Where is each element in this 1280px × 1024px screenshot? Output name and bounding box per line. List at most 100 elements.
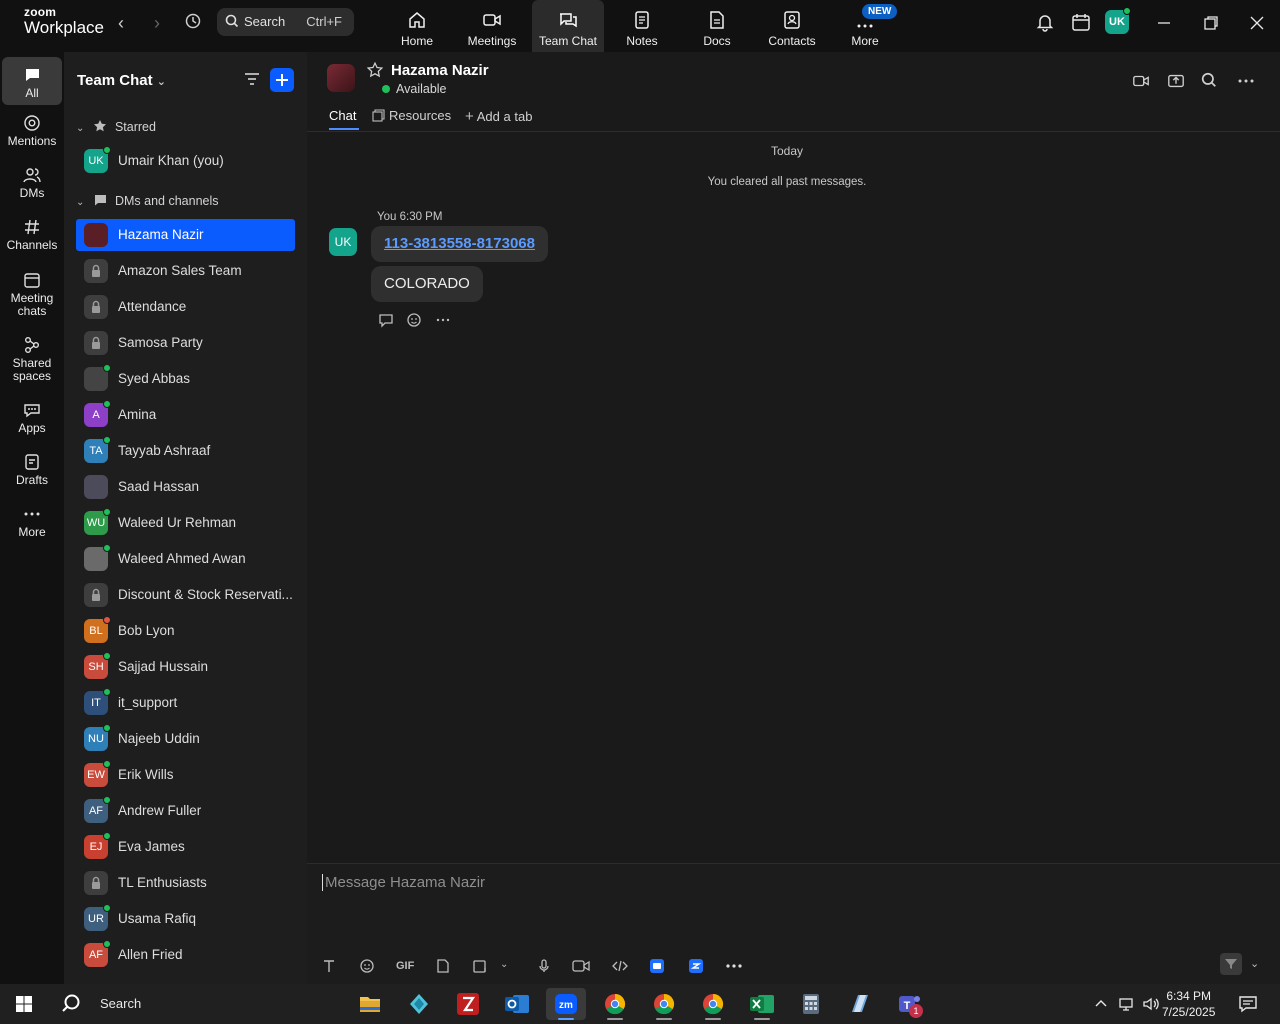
team-chat-dropdown[interactable]: Team Chat ⌄ bbox=[77, 72, 166, 89]
nav-meetings[interactable]: Meetings bbox=[456, 0, 528, 52]
rail-shared-spaces[interactable]: Shared spaces bbox=[2, 336, 62, 383]
rail-apps[interactable]: Apps bbox=[2, 401, 62, 435]
nav-contacts[interactable]: Contacts bbox=[756, 0, 828, 52]
teams-icon[interactable]: T 1 bbox=[889, 988, 929, 1020]
screenshot-icon[interactable] bbox=[472, 958, 488, 979]
taskbar-search[interactable]: Search bbox=[56, 984, 346, 1024]
more-actions-icon[interactable] bbox=[435, 312, 451, 333]
dm-item[interactable]: TA Tayyab Ashraaf bbox=[76, 435, 295, 467]
rail-more[interactable]: More bbox=[2, 505, 62, 539]
search-box[interactable]: Search Ctrl+F bbox=[217, 8, 354, 36]
file-icon[interactable] bbox=[435, 958, 451, 979]
channel-item[interactable]: TL Enthusiasts bbox=[76, 867, 295, 899]
excel-icon[interactable] bbox=[742, 988, 782, 1020]
system-clock[interactable]: 6:34 PM 7/25/2025 bbox=[1162, 988, 1215, 1020]
dm-item[interactable]: Syed Abbas bbox=[76, 363, 295, 395]
dm-item[interactable]: Waleed Ahmed Awan bbox=[76, 543, 295, 575]
channel-item[interactable]: Attendance bbox=[76, 291, 295, 323]
windows-start-icon[interactable] bbox=[4, 988, 44, 1020]
minimize-icon[interactable] bbox=[1155, 14, 1173, 37]
outlook-icon[interactable] bbox=[497, 988, 537, 1020]
app-teal-icon[interactable] bbox=[399, 988, 439, 1020]
dm-item[interactable]: A Amina bbox=[76, 399, 295, 431]
dm-item[interactable]: Saad Hassan bbox=[76, 471, 295, 503]
network-icon[interactable] bbox=[1117, 996, 1135, 1017]
bell-icon[interactable] bbox=[1035, 12, 1055, 37]
reply-icon[interactable] bbox=[378, 312, 394, 333]
notification-center-icon[interactable] bbox=[1238, 995, 1258, 1018]
send-options-chevron-icon[interactable]: ⌄ bbox=[1250, 957, 1259, 970]
channel-item[interactable]: Discount & Stock Reservati... bbox=[76, 579, 295, 611]
app-zoom-icon[interactable] bbox=[688, 958, 704, 979]
restore-icon[interactable] bbox=[1202, 14, 1220, 37]
gif-button[interactable]: GIF bbox=[396, 960, 414, 972]
message-composer[interactable]: Message Hazama Nazir GIF ⌄ ⌄ bbox=[307, 863, 1280, 984]
dm-item[interactable]: NU Najeeb Uddin bbox=[76, 723, 295, 755]
calendar-icon[interactable] bbox=[1071, 12, 1091, 37]
volume-icon[interactable] bbox=[1142, 996, 1160, 1017]
code-snippet-icon[interactable] bbox=[611, 958, 629, 979]
nav-notes[interactable]: Notes bbox=[606, 0, 678, 52]
emoji-reaction-icon[interactable] bbox=[406, 312, 422, 333]
message-link[interactable]: 113-3813558-8173068 bbox=[371, 226, 548, 262]
rail-drafts[interactable]: Drafts bbox=[2, 453, 62, 487]
contact-name[interactable]: Hazama Nazir bbox=[391, 62, 489, 79]
rail-all[interactable]: All bbox=[2, 57, 62, 105]
dm-item[interactable]: WU Waleed Ur Rehman bbox=[76, 507, 295, 539]
list-item[interactable]: UK Umair Khan (you) bbox=[76, 145, 295, 177]
nav-home[interactable]: Home bbox=[381, 0, 453, 52]
message-avatar[interactable]: UK bbox=[329, 228, 357, 256]
app-blue-icon[interactable] bbox=[649, 958, 665, 979]
send-button[interactable] bbox=[1220, 953, 1242, 975]
close-icon[interactable] bbox=[1248, 14, 1266, 37]
dm-item[interactable]: EW Erik Wills bbox=[76, 759, 295, 791]
dm-item[interactable]: IT it_support bbox=[76, 687, 295, 719]
file-explorer-icon[interactable] bbox=[350, 988, 390, 1020]
dm-item[interactable]: Hazama Nazir bbox=[76, 219, 295, 251]
video-call-icon[interactable] bbox=[1132, 72, 1150, 95]
dm-item[interactable]: UR Usama Rafiq bbox=[76, 903, 295, 935]
new-chat-button[interactable] bbox=[270, 68, 294, 92]
chrome-profile-3-icon[interactable] bbox=[693, 988, 733, 1020]
tab-chat[interactable]: Chat bbox=[329, 108, 359, 130]
star-icon[interactable] bbox=[366, 61, 384, 83]
more-tools-icon[interactable] bbox=[725, 958, 743, 979]
forward-arrow-icon[interactable]: › bbox=[146, 12, 168, 34]
video-message-icon[interactable] bbox=[572, 958, 590, 979]
section-starred[interactable]: ⌄ Starred bbox=[76, 119, 156, 134]
filter-icon[interactable] bbox=[244, 72, 260, 91]
dm-item[interactable]: BL Bob Lyon bbox=[76, 615, 295, 647]
rail-mentions[interactable]: Mentions bbox=[2, 114, 62, 148]
contact-avatar[interactable] bbox=[327, 64, 355, 92]
chrome-profile-2-icon[interactable] bbox=[644, 988, 684, 1020]
message-input[interactable]: Message Hazama Nazir bbox=[322, 874, 485, 891]
section-dms-and-channels[interactable]: ⌄ DMs and channels bbox=[76, 193, 219, 208]
tab-resources[interactable]: Resources bbox=[372, 108, 451, 123]
rail-channels[interactable]: Channels bbox=[2, 218, 62, 252]
share-screen-icon[interactable] bbox=[1167, 72, 1185, 95]
history-icon[interactable] bbox=[182, 12, 204, 34]
chrome-icon[interactable] bbox=[595, 988, 635, 1020]
nav-docs[interactable]: Docs bbox=[681, 0, 753, 52]
dm-item[interactable]: AF Andrew Fuller bbox=[76, 795, 295, 827]
chevron-up-icon[interactable] bbox=[1093, 996, 1109, 1017]
chevron-down-icon[interactable]: ⌄ bbox=[500, 959, 508, 970]
emoji-icon[interactable] bbox=[359, 958, 375, 979]
dm-item[interactable]: SH Sajjad Hussain bbox=[76, 651, 295, 683]
zoom-app-icon[interactable]: zm bbox=[546, 988, 586, 1020]
channel-item[interactable]: Samosa Party bbox=[76, 327, 295, 359]
search-icon[interactable] bbox=[1201, 72, 1217, 93]
microphone-icon[interactable] bbox=[536, 958, 552, 979]
nav-team-chat[interactable]: Team Chat bbox=[532, 0, 604, 52]
back-arrow-icon[interactable]: ‹ bbox=[110, 12, 132, 34]
channel-item[interactable]: Amazon Sales Team bbox=[76, 255, 295, 287]
format-text-icon[interactable] bbox=[321, 958, 337, 979]
dm-item[interactable]: EJ Eva James bbox=[76, 831, 295, 863]
filezilla-icon[interactable] bbox=[448, 988, 488, 1020]
rail-dms[interactable]: DMs bbox=[2, 166, 62, 200]
rail-meeting-chats[interactable]: Meeting chats bbox=[2, 271, 62, 318]
dm-item[interactable]: AF Allen Fried bbox=[76, 939, 295, 971]
more-options-icon[interactable] bbox=[1237, 72, 1255, 95]
app-blue-note-icon[interactable] bbox=[840, 988, 880, 1020]
calculator-icon[interactable] bbox=[791, 988, 831, 1020]
